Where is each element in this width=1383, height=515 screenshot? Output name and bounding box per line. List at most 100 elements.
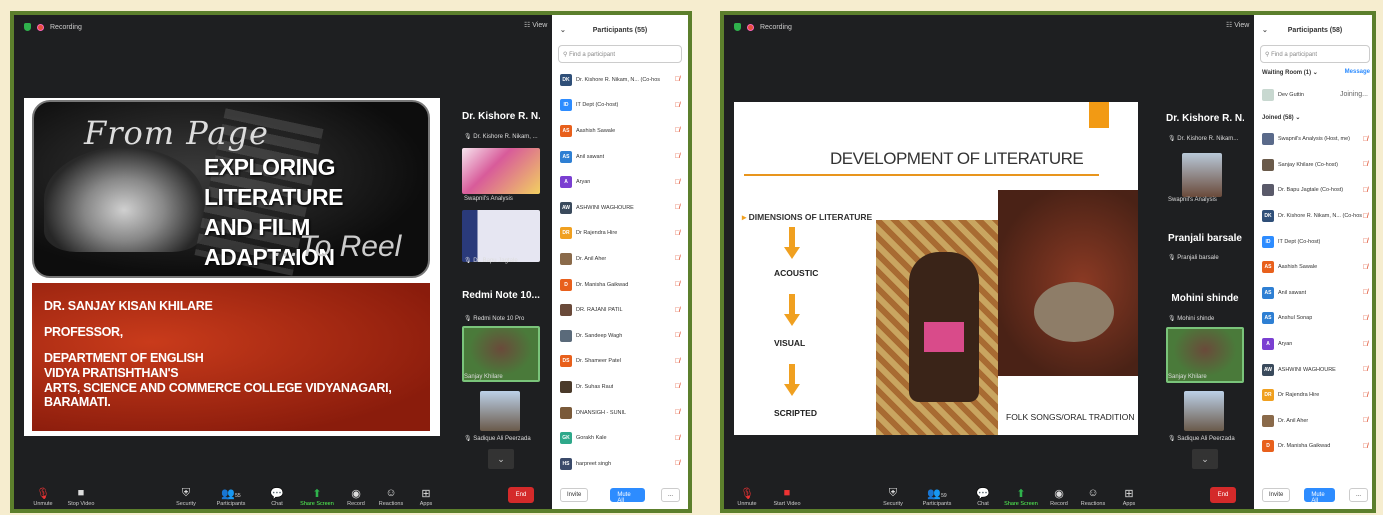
video-tile-bapu[interactable]: [462, 210, 540, 262]
reactions-button[interactable]: ☺ Reactions: [374, 487, 408, 507]
invite-button[interactable]: Invite: [560, 488, 589, 502]
recording-indicator[interactable]: Recording: [24, 23, 82, 31]
participant-row[interactable]: A Aryan 🎙̸: [1254, 331, 1372, 357]
video-tile-sadique[interactable]: [480, 391, 520, 431]
participant-row[interactable]: AS Anil sawant 🎙̸: [552, 144, 688, 170]
video-tile[interactable]: Dr. Kishore R. N...: [1166, 113, 1244, 124]
participant-name: Gorakh Kale: [576, 435, 607, 442]
participant-name: Dr. Kishore R. Nikam, N... (Co-host): [1278, 213, 1362, 220]
avatar: A: [1262, 338, 1274, 351]
avatar: [1262, 88, 1274, 101]
participant-row[interactable]: GK Gorakh Kale 🎙̸: [552, 425, 688, 451]
participant-row[interactable]: D Dr. Manisha Gaikwad 🎙̸: [552, 272, 688, 298]
participant-row[interactable]: Dr. Anil Aher 🎙̸: [1254, 408, 1372, 434]
invite-button[interactable]: Invite: [1262, 488, 1291, 502]
chat-button[interactable]: 💬 Chat: [260, 487, 294, 507]
record-button[interactable]: ◉ Record: [1042, 487, 1076, 507]
tile-name: Dr. Kishore R. N...: [1166, 113, 1244, 124]
shared-slide: DEVELOPMENT OF LITERATURE ▸ DIMENSIONS O…: [734, 102, 1138, 435]
arrow-down-icon: [784, 227, 800, 263]
participant-row[interactable]: Dr. Suhas Raut 🎙̸: [552, 374, 688, 400]
participant-row[interactable]: AS Anshul Sonap 🎙̸: [1254, 306, 1372, 332]
waiting-room-header[interactable]: Waiting Room (1) ⌄ Message: [1254, 63, 1372, 82]
avatar: HS: [560, 457, 572, 470]
apps-icon: ⊞: [1124, 488, 1134, 500]
participant-row[interactable]: DK Dr. Kishore R. Nikam, N... (Co-host) 🎙̸: [1254, 203, 1372, 229]
participant-search-input[interactable]: ⚲ Find a participant: [558, 45, 682, 63]
mic-muted-icon: 🎙̸: [674, 127, 680, 135]
share-screen-button[interactable]: ⬆ Share Screen: [1004, 487, 1038, 507]
waiting-participant[interactable]: Dev Guttin Joining...: [1254, 82, 1372, 108]
apps-icon: ⊞: [421, 488, 431, 500]
video-tile[interactable]: Mohini shinde: [1166, 293, 1244, 304]
record-button[interactable]: ◉ Record: [339, 487, 373, 507]
mic-muted-icon: 🎙̸: [1362, 135, 1368, 143]
security-button[interactable]: ⛨ Security: [876, 487, 910, 507]
participant-row[interactable]: AS Aashish Sawale 🎙̸: [1254, 254, 1372, 280]
mute-all-button[interactable]: Mute All: [610, 488, 645, 504]
participant-row[interactable]: D Dr. Manisha Gaikwad 🎙̸: [1254, 434, 1372, 460]
unmute-button[interactable]: 🎙 Unmute: [730, 487, 764, 507]
participant-row[interactable]: DR Dr Rajendra Hire 🎙̸: [552, 221, 688, 247]
video-tile[interactable]: Redmi Note 10...: [462, 290, 540, 301]
stop-video-button[interactable]: ■ Stop Video: [64, 487, 98, 507]
participant-row[interactable]: Dr. Bapu Jagtale (Co-host) 🎙̸: [1254, 178, 1372, 204]
participant-row[interactable]: Swapnil's Analysis (Host, me) 🎙̸: [1254, 127, 1372, 153]
participant-name: DNANSIGH - SUNIL: [576, 409, 627, 416]
participants-header: ⌄ Participants (58): [1254, 15, 1372, 45]
participant-row[interactable]: DNANSIGH - SUNIL 🎙̸: [552, 400, 688, 426]
participants-button[interactable]: 👥59 Participants: [920, 487, 954, 507]
mute-all-button[interactable]: Mute All: [1304, 488, 1335, 504]
video-tile[interactable]: Pranjali barsale: [1166, 233, 1244, 244]
start-video-button[interactable]: ■ Start Video: [770, 487, 804, 507]
apps-button[interactable]: ⊞ Apps: [409, 487, 443, 507]
end-button[interactable]: End: [508, 487, 534, 503]
chevron-down-icon[interactable]: ⌄: [1262, 26, 1268, 34]
scroll-down-button[interactable]: ⌄: [488, 449, 514, 469]
participant-row[interactable]: ID IT Dept (Co-host) 🎙̸: [1254, 229, 1372, 255]
video-tile[interactable]: Dr. Kishore R. N...: [462, 111, 540, 122]
share-screen-button[interactable]: ⬆ Share Screen: [300, 487, 334, 507]
joined-header[interactable]: Joined (58) ⌄: [1254, 108, 1372, 127]
participant-row[interactable]: ID IT Dept (Co-host) 🎙̸: [552, 93, 688, 119]
slide-line: PROFESSOR,: [44, 325, 123, 339]
participant-row[interactable]: DK Dr. Kishore R. Nikam, N... (Co-host) 🎙̸: [552, 67, 688, 93]
video-tile-swapnil[interactable]: [462, 148, 540, 194]
participant-search-input[interactable]: ⚲ Find a participant: [1260, 45, 1370, 63]
mic-muted-icon: 🎙̸: [674, 460, 680, 468]
participant-row[interactable]: Sanjay Khilare (Co-host) 🎙̸: [1254, 152, 1372, 178]
apps-button[interactable]: ⊞ Apps: [1112, 487, 1146, 507]
participant-name: Dr. Suhas Raut: [576, 383, 614, 390]
chevron-down-icon[interactable]: ⌄: [560, 26, 566, 34]
chat-button[interactable]: 💬 Chat: [966, 487, 1000, 507]
scroll-down-button[interactable]: ⌄: [1192, 449, 1218, 469]
more-button[interactable]: ...: [660, 488, 680, 502]
participant-row[interactable]: AW ASHWINI WAGHOURE 🎙̸: [1254, 357, 1372, 383]
security-button[interactable]: ⛨ Security: [169, 487, 203, 507]
message-button[interactable]: Message: [1345, 69, 1370, 75]
video-tile-swapnil[interactable]: [1182, 153, 1222, 197]
participant-name: Aashish Sawale: [576, 127, 616, 134]
recording-indicator[interactable]: Recording: [734, 23, 792, 31]
video-tile-sadique[interactable]: [1184, 391, 1224, 431]
participant-row[interactable]: AS Anil sawant 🎙̸: [1254, 280, 1372, 306]
mic-muted-icon: 🎙̸: [674, 409, 680, 417]
participant-row[interactable]: Dr. Sandeep Wagh 🎙̸: [552, 323, 688, 349]
slide-reel-text: ...To Reel: [274, 230, 402, 263]
reactions-button[interactable]: ☺ Reactions: [1076, 487, 1110, 507]
participant-row[interactable]: DS Dr. Shameer Patel 🎙̸: [552, 349, 688, 375]
unmute-button[interactable]: 🎙 Unmute: [26, 487, 60, 507]
more-button[interactable]: ...: [1348, 488, 1368, 502]
participant-row[interactable]: Dr. Anil Aher 🎙̸: [552, 246, 688, 272]
smiley-icon: ☺: [385, 487, 397, 499]
participant-row[interactable]: HS harpreet singh 🎙̸: [552, 451, 688, 477]
mic-muted-icon: 🎙̸: [674, 229, 680, 237]
participant-row[interactable]: DR Dr Rajendra Hire 🎙̸: [1254, 382, 1372, 408]
participants-button[interactable]: 👥55 Participants: [214, 487, 248, 507]
participant-row[interactable]: A Aryan 🎙̸: [552, 169, 688, 195]
participant-row[interactable]: DR. RAJANI PATIL 🎙̸: [552, 297, 688, 323]
participant-row[interactable]: AS Aashish Sawale 🎙̸: [552, 118, 688, 144]
end-button[interactable]: End: [1210, 487, 1236, 503]
mic-muted-icon: 🎙̸: [674, 306, 680, 314]
participant-row[interactable]: AW ASHWINI WAGHOURE 🎙̸: [552, 195, 688, 221]
